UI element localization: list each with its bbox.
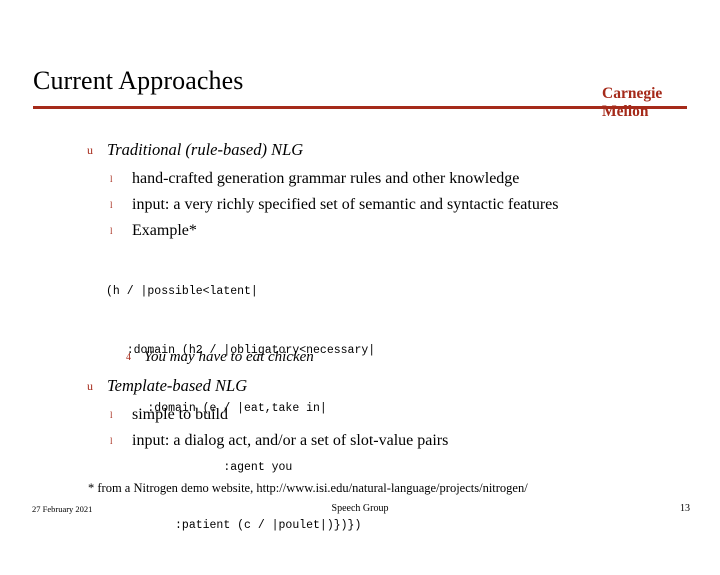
bullet-traditional-nlg-label: Traditional (rule-based) NLG: [107, 140, 304, 159]
footer-page-number: 13: [680, 503, 690, 514]
sub-bullet-hand-crafted: l hand-crafted generation grammar rules …: [110, 168, 519, 190]
bullet-translation: 4 You may have to eat chicken: [126, 348, 314, 367]
sub-bullet-hand-crafted-label: hand-crafted generation grammar rules an…: [132, 170, 520, 187]
code-line: (h / |possible<latent|: [106, 285, 258, 298]
bullet-marker-arrow-icon: 4: [126, 352, 131, 363]
sub-bullet-input-features-label: input: a very richly specified set of se…: [132, 196, 559, 213]
bullet-template-nlg-label: Template-based NLG: [107, 376, 248, 395]
bullet-template-nlg: u Template-based NLG: [86, 377, 247, 395]
sub-bullet-input-features: l input: a very richly specified set of …: [110, 194, 559, 216]
bullet-marker-circle-icon: l: [110, 410, 113, 420]
sub-bullet-input-dialog-act: l input: a dialog act, and/or a set of s…: [110, 430, 448, 452]
code-line: :agent you: [106, 460, 293, 474]
footnote: * from a Nitrogen demo website, http://w…: [88, 481, 528, 495]
sub-bullet-simple-to-build-label: simple to build: [132, 406, 228, 423]
brand-logo: Carnegie Mellon: [602, 85, 692, 122]
sub-bullet-example-label: Example*: [132, 222, 197, 239]
footer-center-label: Speech Group: [331, 503, 389, 514]
bullet-translation-label: You may have to eat chicken: [144, 349, 314, 365]
bullet-marker-circle-icon: l: [110, 174, 113, 184]
bullet-marker-circle-icon: l: [110, 200, 113, 210]
sub-bullet-simple-to-build: l simple to build: [110, 404, 228, 426]
bullet-traditional-nlg: u Traditional (rule-based) NLG: [86, 141, 303, 159]
bullet-marker-diamond-icon: u: [87, 143, 93, 157]
bullet-marker-circle-icon: l: [110, 436, 113, 446]
bullet-marker-diamond-icon: u: [87, 379, 93, 393]
sub-bullet-input-dialog-act-label: input: a dialog act, and/or a set of slo…: [132, 432, 449, 449]
sub-bullet-example: l Example*: [110, 220, 197, 242]
brand-line-1: Carnegie: [602, 85, 663, 102]
page-title: Current Approaches: [33, 66, 244, 95]
code-line: :patient (c / |poulet|)})}): [106, 519, 362, 532]
title-divider: [33, 106, 687, 109]
brand-line-2: Mellon: [602, 103, 649, 121]
slide: Current Approaches Carnegie Mellon u Tra…: [0, 0, 720, 540]
bullet-marker-circle-icon: l: [110, 226, 113, 236]
